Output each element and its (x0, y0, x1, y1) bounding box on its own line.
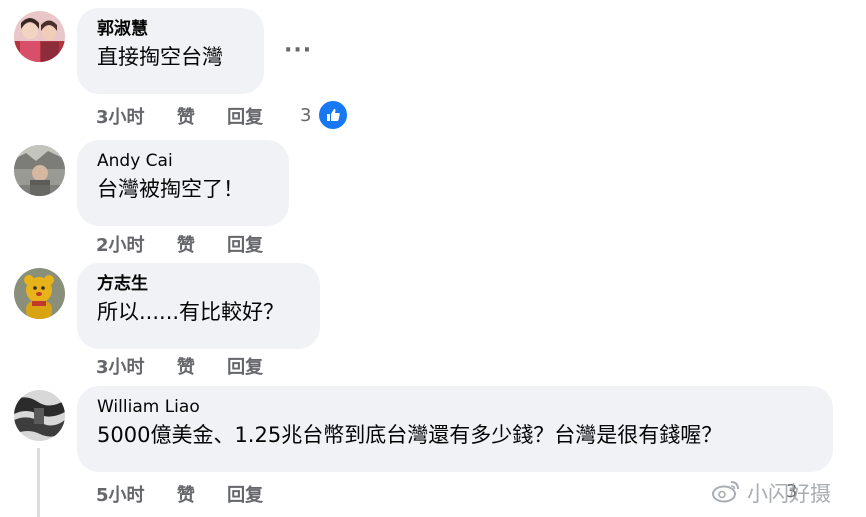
weibo-icon (711, 479, 741, 508)
comment-author[interactable]: William Liao (97, 396, 813, 418)
comment-actions: 3小时 赞 回复 (96, 103, 289, 129)
comment-text: 所以......有比較好？ (97, 300, 285, 324)
avatar[interactable] (14, 390, 65, 441)
reply-thread-line (37, 448, 40, 517)
comment-text: 5000億美金、1.25兆台幣到底台灣還有多少錢？台灣是很有錢喔？ (97, 423, 723, 447)
comment-time[interactable]: 5小时 (96, 485, 145, 506)
comment-actions: 5小时 赞 回复 (96, 481, 289, 507)
like-button[interactable]: 赞 (177, 107, 195, 128)
reply-button[interactable]: 回复 (227, 485, 263, 506)
reply-button[interactable]: 回复 (227, 357, 263, 378)
comment-author[interactable]: Andy Cai (97, 150, 269, 172)
reply-button[interactable]: 回复 (227, 235, 263, 256)
more-options-icon[interactable]: ··· (284, 38, 312, 63)
comment-bubble: 郭淑慧 直接掏空台灣 (77, 8, 264, 94)
watermark-text: 小闪好摄 (747, 482, 831, 506)
reactions-count: 3 (300, 104, 312, 126)
thumbs-up-icon (317, 99, 350, 131)
comment-text: 台灣被掏空了！ (97, 177, 244, 201)
comment-bubble: William Liao 5000億美金、1.25兆台幣到底台灣還有多少錢？台灣… (77, 386, 833, 472)
comment-author[interactable]: 郭淑慧 (97, 18, 244, 40)
comment-author[interactable]: 方志生 (97, 273, 300, 295)
comment-text: 直接掏空台灣 (97, 45, 223, 69)
comment-time[interactable]: 3小时 (96, 357, 145, 378)
like-button[interactable]: 赞 (177, 357, 195, 378)
like-button[interactable]: 赞 (177, 235, 195, 256)
comment-bubble: 方志生 所以......有比較好？ (77, 263, 320, 349)
comment-bubble: Andy Cai 台灣被掏空了！ (77, 140, 289, 226)
reactions-summary[interactable]: 3 (300, 99, 350, 131)
watermark: 小闪好摄 (711, 478, 831, 508)
like-button[interactable]: 赞 (177, 485, 195, 506)
comment-actions: 2小时 赞 回复 (96, 231, 289, 257)
comment-time[interactable]: 2小时 (96, 235, 145, 256)
avatar[interactable] (14, 11, 65, 62)
avatar[interactable] (14, 268, 65, 319)
reply-button[interactable]: 回复 (227, 107, 263, 128)
comment-time[interactable]: 3小时 (96, 107, 145, 128)
comment-actions: 3小时 赞 回复 (96, 353, 289, 379)
avatar[interactable] (14, 145, 65, 196)
